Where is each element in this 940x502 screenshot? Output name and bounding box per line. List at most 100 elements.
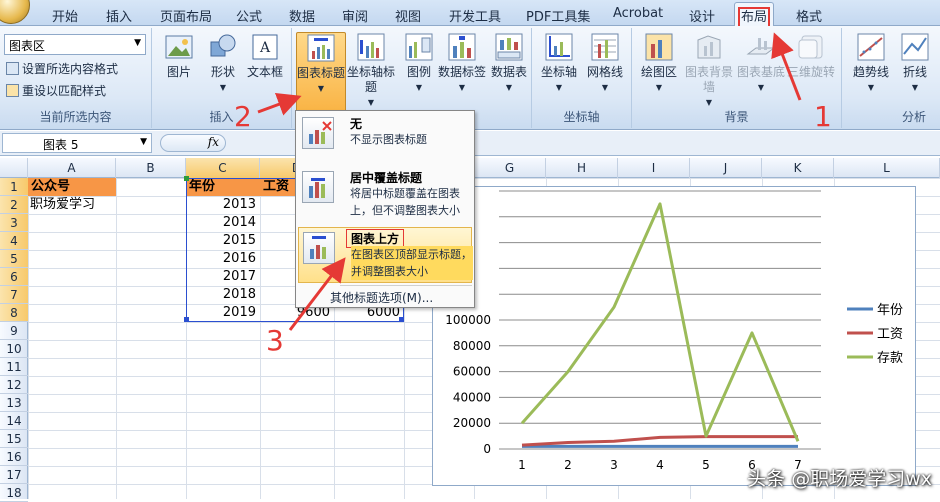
tab-data[interactable]: 数据 <box>289 6 315 26</box>
column-header[interactable]: B <box>116 158 186 178</box>
row-header[interactable]: 7 <box>0 286 28 304</box>
row-header[interactable]: 1 <box>0 178 28 196</box>
column-header[interactable]: L <box>834 158 940 178</box>
plot-area-button[interactable]: 绘图区 ▼ <box>634 32 684 95</box>
row-header[interactable]: 15 <box>0 430 28 448</box>
menu-item-title: 无 <box>350 115 362 132</box>
range-handle[interactable] <box>184 176 189 181</box>
y-tick-label: 80000 <box>453 339 491 353</box>
menu-item-more-title-options[interactable]: 其他标题选项(M)... <box>330 289 433 306</box>
column-header[interactable]: K <box>762 158 834 178</box>
data-table-button[interactable]: 数据表 ▼ <box>484 32 534 95</box>
reset-icon <box>6 84 19 97</box>
range-handle[interactable] <box>399 317 404 322</box>
column-header[interactable]: J <box>690 158 762 178</box>
tab-label: Acrobat <box>613 6 663 21</box>
insert-function-button[interactable]: fx <box>160 134 226 152</box>
column-header[interactable]: H <box>546 158 618 178</box>
gridlines-button[interactable]: 网格线 ▼ <box>580 32 630 95</box>
row-header[interactable]: 12 <box>0 376 28 394</box>
tab-page-layout[interactable]: 页面布局 <box>160 6 212 26</box>
tab-insert[interactable]: 插入 <box>106 6 132 26</box>
chevron-down-icon: ▼ <box>297 81 345 96</box>
format-selection-button[interactable]: 设置所选内容格式 <box>6 60 118 77</box>
button-label: 折线 <box>903 65 927 79</box>
3d-rotation-button[interactable]: 三维旋转 <box>786 32 836 80</box>
tab-design[interactable]: 设计 <box>689 6 715 26</box>
menu-item-none[interactable]: 无 不显示图表标题 <box>298 113 472 161</box>
data-labels-button[interactable]: 数据标签 ▼ <box>434 32 490 95</box>
row-header[interactable]: 16 <box>0 448 28 466</box>
chart-floor-button[interactable]: 图表基底 ▼ <box>736 32 786 95</box>
menu-item-centered-overlay[interactable]: 居中覆盖标题 将居中标题覆盖在图表上，但不调整图表大小 <box>298 167 472 225</box>
plot-area-icon <box>644 32 674 62</box>
chart-title-icon <box>306 33 336 63</box>
button-label: 数据标签 <box>438 65 486 79</box>
reset-style-button[interactable]: 重设以匹配样式 <box>6 82 106 99</box>
y-tick-label: 20000 <box>453 416 491 430</box>
column-header[interactable]: C <box>186 158 260 178</box>
tab-label: 插入 <box>106 10 132 25</box>
tab-view[interactable]: 视图 <box>395 6 421 26</box>
lines-button[interactable]: 折线 ▼ <box>890 32 940 95</box>
annotation-step-2: 2 <box>234 100 252 133</box>
cell-a2[interactable]: 职场爱学习 <box>30 196 150 214</box>
tab-pdf-tools[interactable]: PDF工具集 <box>526 6 590 26</box>
tab-acrobat[interactable]: Acrobat <box>613 6 663 26</box>
annotation-step-1: 1 <box>814 100 832 133</box>
tab-formulas[interactable]: 公式 <box>236 6 262 26</box>
button-label: 重设以匹配样式 <box>22 84 106 98</box>
tab-developer[interactable]: 开发工具 <box>449 6 501 26</box>
insert-textbox-button[interactable]: A 文本框 <box>240 32 290 80</box>
menu-item-above-chart[interactable]: 图表上方 在图表区顶部显示标题，并调整图表大小 <box>298 227 472 283</box>
chart-title-button[interactable]: 图表标题 ▼ <box>296 32 346 112</box>
cell-a1[interactable]: 公众号 <box>28 178 116 196</box>
row-header[interactable]: 4 <box>0 232 28 250</box>
row-header[interactable]: 8 <box>0 304 28 322</box>
button-label: 趋势线 <box>853 65 889 79</box>
axes-icon <box>544 32 574 62</box>
tab-label: 格式 <box>796 10 822 25</box>
trendline-button[interactable]: 趋势线 ▼ <box>846 32 896 95</box>
row-header[interactable]: 10 <box>0 340 28 358</box>
column-header[interactable]: G <box>474 158 546 178</box>
x-tick-label: 1 <box>518 458 526 472</box>
row-header[interactable]: 2 <box>0 196 28 214</box>
row-header[interactable]: 17 <box>0 466 28 484</box>
tab-layout[interactable]: 布局 <box>734 2 774 27</box>
axes-button[interactable]: 坐标轴 ▼ <box>534 32 584 95</box>
chart-wall-button[interactable]: 图表背景墙 ▼ <box>680 32 738 110</box>
chart-element-dropdown[interactable]: 图表区 ▼ <box>4 34 146 55</box>
svg-text:A: A <box>259 40 271 56</box>
row-header[interactable]: 5 <box>0 250 28 268</box>
no-title-icon <box>302 117 334 149</box>
row-header[interactable]: 3 <box>0 214 28 232</box>
chevron-down-icon: ▼ <box>736 80 786 95</box>
row-header[interactable]: 18 <box>0 484 28 502</box>
range-handle[interactable] <box>184 317 189 322</box>
menu-item-title: 图表上方 <box>347 230 403 247</box>
row-header[interactable]: 6 <box>0 268 28 286</box>
row-header[interactable]: 14 <box>0 412 28 430</box>
y-tick-label: 40000 <box>453 390 491 404</box>
column-header[interactable]: A <box>28 158 116 178</box>
tab-review[interactable]: 审阅 <box>342 6 368 26</box>
office-button[interactable] <box>0 0 30 24</box>
row-header[interactable]: 11 <box>0 358 28 376</box>
shapes-icon <box>208 32 238 62</box>
row-header[interactable]: 13 <box>0 394 28 412</box>
row-header[interactable]: 9 <box>0 322 28 340</box>
chevron-down-icon: ▼ <box>434 80 490 95</box>
legend-icon <box>404 32 434 62</box>
column-header[interactable]: I <box>618 158 690 178</box>
line-chart[interactable]: 0200004000060000800001000001234567年份工资存款 <box>432 186 916 486</box>
axis-titles-button[interactable]: 坐标轴标题 ▼ <box>346 32 396 110</box>
y-tick-label: 0 <box>483 442 491 456</box>
name-box[interactable]: 图表 5 ▼ <box>2 133 152 153</box>
select-all-corner[interactable] <box>0 158 28 178</box>
tab-home[interactable]: 开始 <box>52 6 78 26</box>
tab-format[interactable]: 格式 <box>796 6 822 26</box>
group-current-selection: 图表区 ▼ 设置所选内容格式 重设以匹配样式 当前所选内容 <box>0 28 152 128</box>
button-label: 网格线 <box>587 65 623 79</box>
insert-picture-button[interactable]: 图片 <box>154 32 204 80</box>
